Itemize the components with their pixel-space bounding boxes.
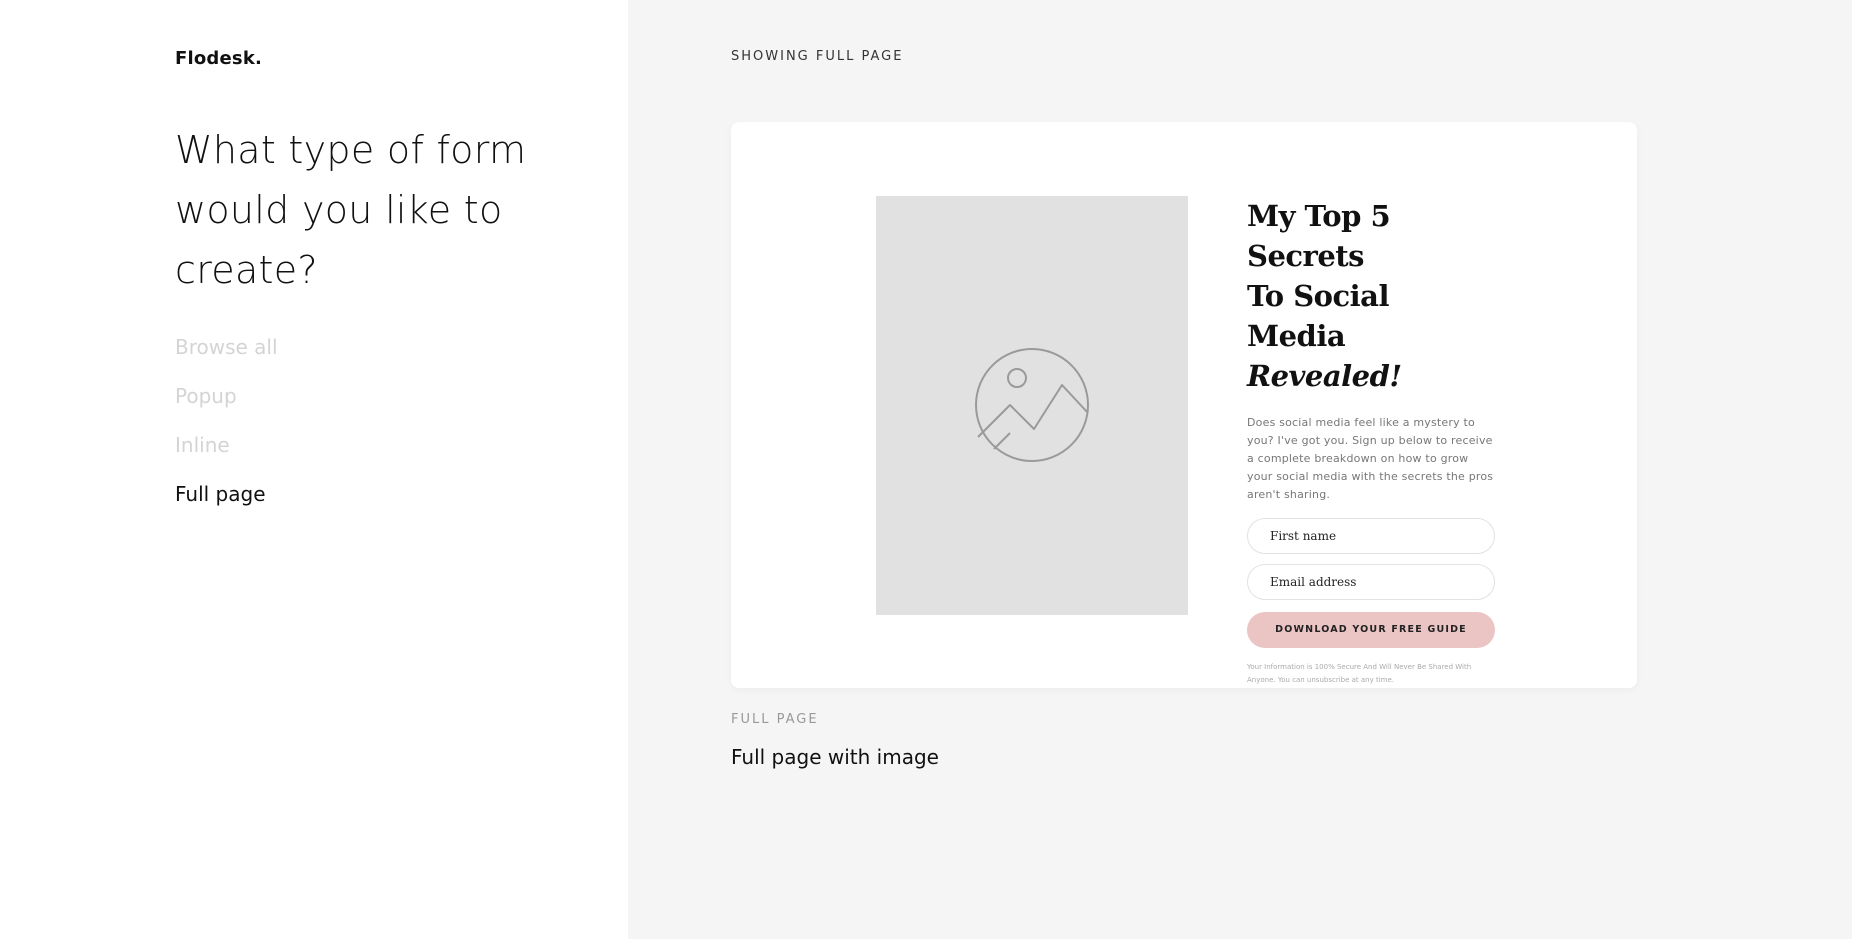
card-type-label: FULL PAGE bbox=[731, 712, 819, 727]
image-placeholder bbox=[876, 196, 1188, 615]
template-title-line2: To Social Media bbox=[1247, 279, 1389, 353]
first-name-field[interactable]: First name bbox=[1247, 518, 1495, 554]
template-title-line1: My Top 5 Secrets bbox=[1247, 199, 1391, 273]
page-title: What type of form would you like to crea… bbox=[175, 128, 527, 292]
template-form: My Top 5 Secrets To Social Media Reveale… bbox=[1247, 196, 1495, 687]
template-title-italic: Revealed! bbox=[1247, 359, 1402, 393]
menu-item-browse-all[interactable]: Browse all bbox=[175, 333, 278, 382]
template-preview-card[interactable]: My Top 5 Secrets To Social Media Reveale… bbox=[731, 122, 1637, 688]
privacy-fineprint: Your Information is 100% Secure And Will… bbox=[1247, 663, 1472, 684]
form-type-menu: Browse all Popup Inline Full page bbox=[175, 333, 278, 529]
main-content: SHOWING FULL PAGE My Top 5 Secrets To So… bbox=[628, 0, 1852, 939]
menu-item-popup[interactable]: Popup bbox=[175, 382, 278, 431]
template-title: My Top 5 Secrets To Social Media Reveale… bbox=[1247, 196, 1495, 396]
menu-item-inline[interactable]: Inline bbox=[175, 431, 278, 480]
download-guide-button[interactable]: DOWNLOAD YOUR FREE GUIDE bbox=[1247, 612, 1495, 648]
image-placeholder-icon bbox=[975, 348, 1089, 462]
email-field[interactable]: Email address bbox=[1247, 564, 1495, 600]
flodesk-logo[interactable]: Flodesk. bbox=[175, 48, 262, 69]
menu-item-full-page[interactable]: Full page bbox=[175, 480, 278, 529]
page: Flodesk. What type of form would you lik… bbox=[0, 0, 1852, 939]
showing-label: SHOWING FULL PAGE bbox=[731, 49, 904, 64]
template-description: Does social media feel like a mystery to… bbox=[1247, 416, 1494, 501]
card-name[interactable]: Full page with image bbox=[731, 745, 939, 769]
sidebar: Flodesk. What type of form would you lik… bbox=[0, 0, 628, 939]
